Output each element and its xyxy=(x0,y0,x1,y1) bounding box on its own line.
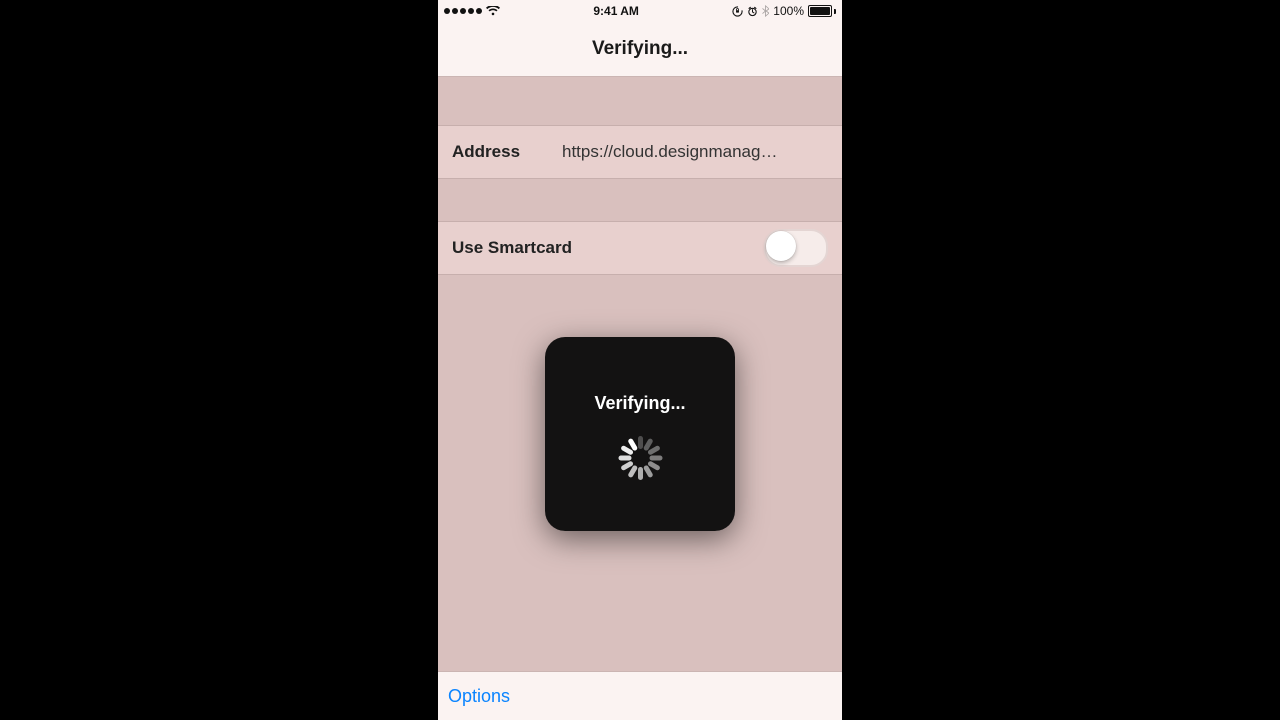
nav-header: Verifying... xyxy=(438,22,842,77)
status-time: 9:41 AM xyxy=(593,4,639,18)
alarm-icon xyxy=(747,6,758,17)
status-right: 100% xyxy=(732,4,836,18)
smartcard-row: Use Smartcard xyxy=(438,221,842,275)
smartcard-group: Use Smartcard xyxy=(438,221,842,275)
bottom-toolbar: Options xyxy=(438,671,842,720)
address-label: Address xyxy=(452,142,562,162)
verifying-hud: Verifying... xyxy=(545,337,735,531)
nav-title: Verifying... xyxy=(592,38,688,60)
battery-percentage: 100% xyxy=(773,4,804,18)
toggle-knob xyxy=(766,231,796,261)
smartcard-label: Use Smartcard xyxy=(452,238,572,258)
wifi-icon xyxy=(486,6,500,16)
orientation-lock-icon xyxy=(732,6,743,17)
phone-screen: 9:41 AM 100% Verifying... xyxy=(438,0,842,720)
options-button[interactable]: Options xyxy=(448,686,510,707)
address-row[interactable]: Address https://cloud.designmanag… xyxy=(438,125,842,179)
bluetooth-icon xyxy=(762,5,769,17)
smartcard-toggle[interactable] xyxy=(764,229,828,267)
address-input[interactable]: https://cloud.designmanag… xyxy=(562,142,828,162)
address-group: Address https://cloud.designmanag… xyxy=(438,125,842,179)
battery-icon xyxy=(808,5,836,17)
spinner-icon xyxy=(618,436,662,480)
content-area: Address https://cloud.designmanag… Use S… xyxy=(438,77,842,671)
letterbox-stage: 9:41 AM 100% Verifying... xyxy=(0,0,1280,720)
status-bar: 9:41 AM 100% xyxy=(438,0,842,22)
signal-strength-icon xyxy=(444,8,482,14)
hud-message: Verifying... xyxy=(594,393,685,414)
status-left xyxy=(444,6,500,16)
